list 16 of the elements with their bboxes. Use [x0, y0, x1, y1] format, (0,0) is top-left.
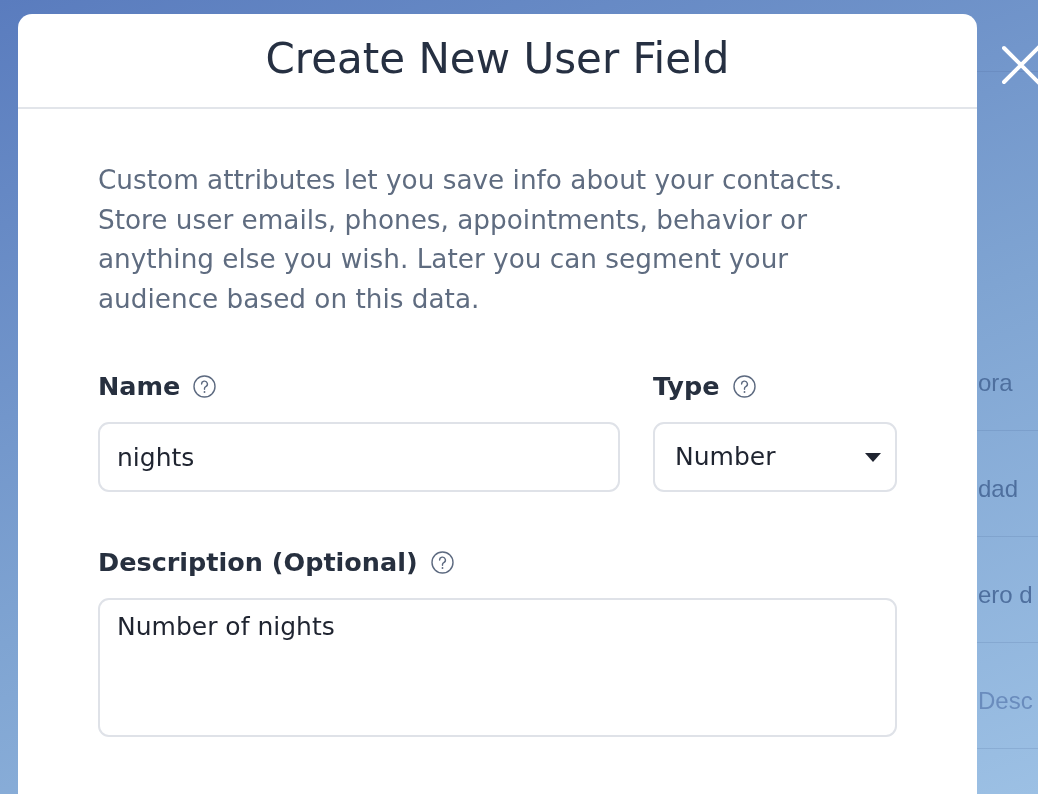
field-label: Name	[98, 370, 181, 403]
intro-text: Custom attributes let you save info about your contacts. Store user emails, phones, appointments, behavior or anything else you wish. Later you can segment your audience based on this data.	[98, 164, 844, 316]
dialog-title: Create New User Field	[265, 33, 730, 85]
field-label: Type	[653, 370, 720, 403]
caret-icon	[865, 452, 881, 462]
table-cell-text: dad	[978, 475, 1019, 504]
type-dropdown[interactable]: Number	[653, 422, 897, 492]
table-cell-text: ero d	[978, 581, 1033, 610]
name-input[interactable]: nights	[98, 422, 620, 492]
help-icon[interactable]	[732, 374, 756, 398]
help-icon[interactable]	[430, 550, 454, 574]
table-cell-text: ora	[978, 369, 1013, 398]
field-label: Description (Optional)	[98, 546, 418, 579]
close-button[interactable]	[1002, 45, 1038, 85]
description-textarea[interactable]: Number of nights	[98, 598, 897, 737]
help-icon[interactable]	[193, 374, 217, 398]
